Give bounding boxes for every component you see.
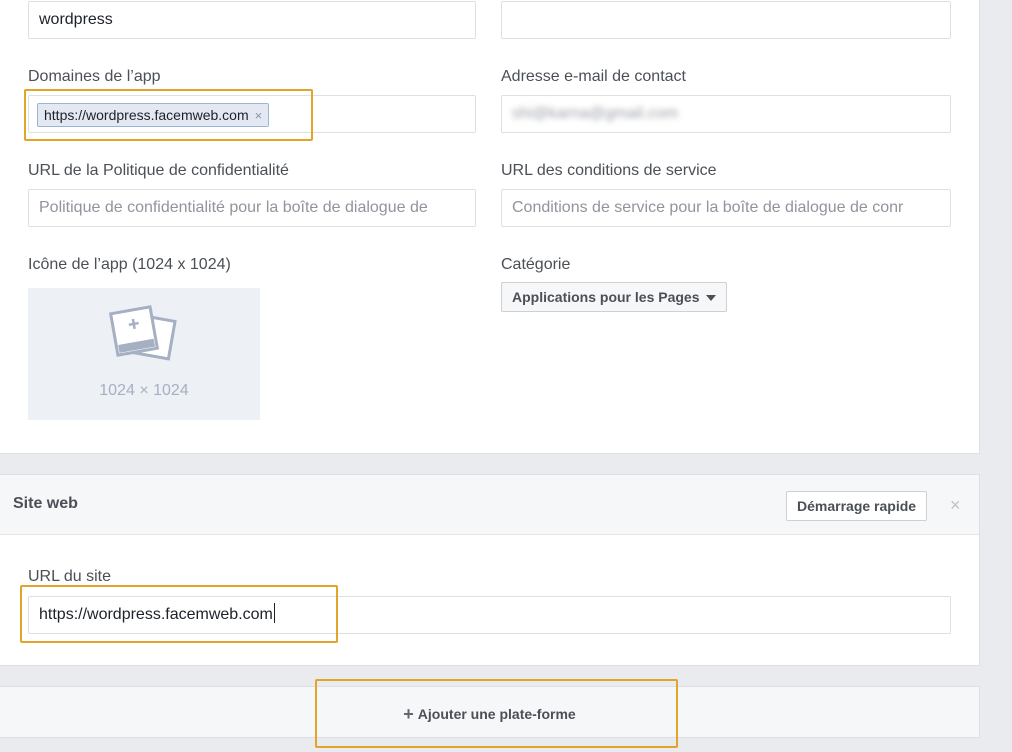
- text-cursor: [273, 603, 275, 623]
- add-platform-card: + Ajouter une plate-forme: [0, 686, 980, 738]
- plus-icon: +: [403, 704, 414, 724]
- app-icon-label: Icône de l’app (1024 x 1024): [28, 256, 231, 273]
- app-domain-tag-text: https://wordpress.facemweb.com: [44, 107, 249, 123]
- icon-size-text: 1024 × 1024: [99, 382, 189, 399]
- category-value: Applications pour les Pages: [512, 289, 700, 305]
- terms-url-label: URL des conditions de service: [501, 162, 717, 179]
- category-select[interactable]: Applications pour les Pages: [501, 282, 727, 312]
- privacy-url-input[interactable]: Politique de confidentialité pour la boî…: [28, 189, 476, 227]
- contact-email-label: Adresse e-mail de contact: [501, 68, 686, 85]
- chevron-down-icon: [705, 295, 716, 302]
- terms-url-input[interactable]: Conditions de service pour la boîte de d…: [501, 189, 951, 227]
- app-domain-tag: https://wordpress.facemweb.com ×: [37, 103, 270, 127]
- site-url-value: https://wordpress.facemweb.com: [39, 606, 273, 623]
- contact-email-value: shi@karna@gmail.com: [512, 105, 678, 122]
- namespace-input[interactable]: [501, 1, 951, 39]
- display-name-input[interactable]: wordpress: [28, 1, 476, 39]
- app-icon-upload[interactable]: 1024 × 1024: [28, 288, 260, 420]
- app-domains-label: Domaines de l’app: [28, 68, 161, 85]
- add-platform-button[interactable]: + Ajouter une plate-forme: [0, 704, 979, 725]
- site-url-label: URL du site: [28, 568, 111, 585]
- close-icon[interactable]: ×: [950, 495, 961, 516]
- basic-settings-card: wordpress Domaines de l’app https://word…: [0, 0, 980, 454]
- privacy-url-label: URL de la Politique de confidentialité: [28, 162, 289, 179]
- add-image-icon: [108, 305, 177, 361]
- site-url-input[interactable]: https://wordpress.facemweb.com: [28, 596, 951, 634]
- tag-remove-icon[interactable]: ×: [255, 108, 263, 123]
- quick-start-button[interactable]: Démarrage rapide: [786, 491, 928, 521]
- add-platform-label: Ajouter une plate-forme: [417, 706, 576, 722]
- website-platform-card: Site web Démarrage rapide × URL du site …: [0, 474, 980, 666]
- page-gutter: [980, 0, 1012, 752]
- section-title: Site web: [13, 495, 78, 512]
- contact-email-input[interactable]: shi@karna@gmail.com: [501, 95, 951, 133]
- category-label: Catégorie: [501, 256, 571, 273]
- app-domains-input[interactable]: https://wordpress.facemweb.com ×: [28, 95, 476, 133]
- website-section-header: Site web Démarrage rapide ×: [0, 475, 979, 535]
